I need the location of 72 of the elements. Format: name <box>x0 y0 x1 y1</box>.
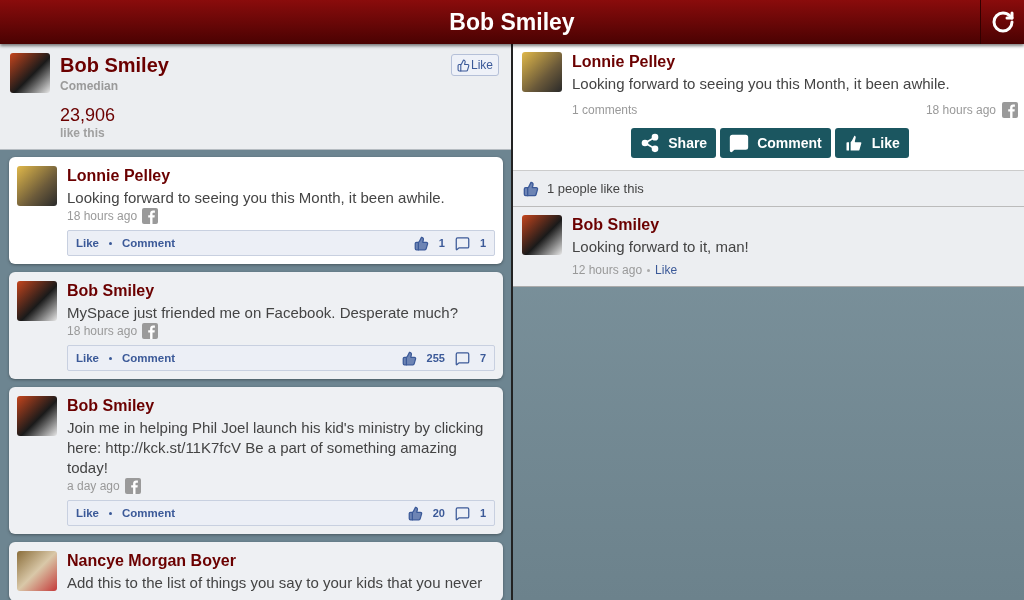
comment-time: 12 hours ago <box>572 263 643 277</box>
like-button[interactable]: Like <box>834 128 909 158</box>
thumbs-up-icon <box>523 180 539 197</box>
speech-bubble-icon <box>729 133 750 153</box>
page-category: Comedian <box>60 79 119 93</box>
app-title: Bob Smiley <box>449 8 575 36</box>
post-card[interactable]: Bob Smiley Join me in helping Phil Joel launch his kid's ministry by clicking here: http://kck.st/11K7fcV Be a part of something amazing today! a day ago Like Comment 20 1 <box>9 387 503 534</box>
comment-link[interactable]: Comment <box>122 237 176 249</box>
thumbs-up-icon <box>407 505 423 521</box>
post-text: Add this to the list of things you say to your kids that you never <box>67 573 484 593</box>
post-author: Bob Smiley <box>67 396 156 415</box>
thumbs-up-icon <box>413 235 429 251</box>
f-logo-icon <box>1002 102 1018 118</box>
post-time: 18 hours ago <box>67 324 138 338</box>
comments-count: 1 <box>479 507 486 519</box>
comment-author: Bob Smiley <box>572 215 661 234</box>
likes-count: 23,906 <box>60 105 117 126</box>
post-author: Lonnie Pelley <box>67 166 172 185</box>
thumbs-up-icon <box>457 58 470 72</box>
separator-dot <box>109 241 112 245</box>
like-link[interactable]: Like <box>655 263 678 277</box>
likes-count: 1 <box>438 237 445 249</box>
comment-link[interactable]: Comment <box>122 352 176 364</box>
likes-label: like this <box>60 126 106 140</box>
like-link[interactable]: Like <box>76 352 99 364</box>
comment-icon <box>454 235 470 251</box>
post-text: Looking forward to seeing you this Month, it been awhile. <box>67 188 446 208</box>
comment-link[interactable]: Comment <box>122 507 176 519</box>
f-logo-icon <box>124 478 141 494</box>
post-author: Lonnie Pelley <box>572 52 677 71</box>
like-button[interactable]: Like <box>451 54 499 76</box>
comment-icon <box>454 505 470 521</box>
like-link[interactable]: Like <box>76 237 99 249</box>
share-button[interactable]: Share <box>631 128 717 158</box>
comment-button[interactable]: Comment <box>720 128 831 158</box>
post-card[interactable]: Lonnie Pelley Looking forward to seeing you this Month, it been awhile. 18 hours ago Like Comment 1 1 <box>9 157 503 264</box>
post-time: a day ago <box>67 479 120 493</box>
thumbs-up-icon <box>843 133 864 153</box>
f-logo-icon <box>142 323 159 339</box>
comments-count: 1 <box>479 237 486 249</box>
page-name: Bob Smiley <box>60 54 170 77</box>
post-author: Nancye Morgan Boyer <box>67 551 237 570</box>
likes-count: 255 <box>426 352 445 364</box>
avatar-photo <box>522 215 562 255</box>
avatar-photo <box>17 281 57 321</box>
post-author: Bob Smiley <box>67 281 156 300</box>
likes-count: 20 <box>432 507 445 519</box>
comments-count: 1 comments <box>572 103 638 117</box>
post-time: 18 hours ago <box>925 103 996 117</box>
avatar-photo <box>17 166 57 206</box>
separator-dot <box>647 268 651 272</box>
post-text: MySpace just friended me on Facebook. Desperate much? <box>67 303 460 323</box>
avatar-photo <box>522 52 562 92</box>
like-link[interactable]: Like <box>76 507 99 519</box>
avatar-photo <box>10 53 50 93</box>
avatar-photo <box>17 551 57 591</box>
post-time: 18 hours ago <box>67 209 138 223</box>
post-card[interactable]: Nancye Morgan Boyer Add this to the list of things you say to your kids that you never <box>9 542 503 600</box>
thumbs-up-icon <box>401 350 417 366</box>
separator-dot <box>109 356 112 360</box>
f-logo-icon <box>142 208 159 224</box>
share-icon <box>640 133 661 153</box>
refresh-icon <box>990 10 1015 34</box>
avatar-photo <box>17 396 57 436</box>
comment-text: Looking forward to it, man! <box>572 237 750 257</box>
comments-count: 7 <box>479 352 486 364</box>
separator-dot <box>109 511 112 515</box>
likes-summary: 1 people like this <box>547 181 644 196</box>
comment-icon <box>454 350 470 366</box>
post-card[interactable]: Bob Smiley MySpace just friended me on Facebook. Desperate much? 18 hours ago Like Comment 255 7 <box>9 272 503 379</box>
post-text: Looking forward to seeing you this Month, it been awhile. <box>572 74 951 94</box>
post-text: Join me in helping Phil Joel launch his kid's ministry by clicking here: http://kck.st/11K7fcV Be a part of something amazing today! <box>67 418 485 478</box>
